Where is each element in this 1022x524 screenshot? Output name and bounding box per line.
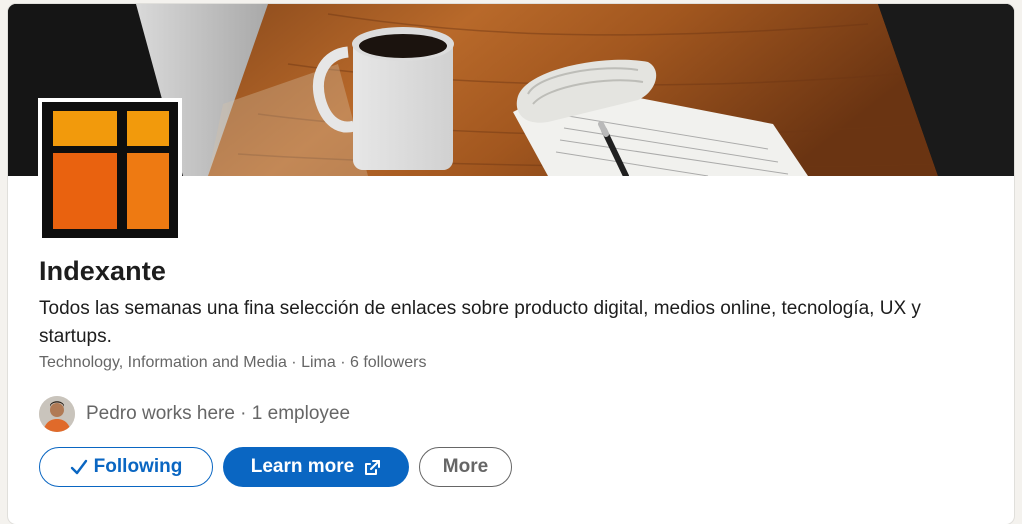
more-button[interactable]: More (419, 447, 512, 487)
employee-count-text: Pedro works here · 1 employee (86, 403, 351, 424)
learn-more-label: Learn more (250, 456, 355, 477)
external-link-icon (364, 459, 381, 476)
more-label: More (442, 456, 489, 477)
following-button[interactable]: Following (39, 447, 213, 487)
company-logo[interactable] (38, 98, 182, 242)
checkmark-icon (70, 458, 88, 476)
company-card: Indexante Todos las semanas una fina sel… (8, 4, 1014, 524)
avatar[interactable] (39, 396, 75, 432)
learn-more-button[interactable]: Learn more (223, 447, 409, 487)
actions-row: Following Learn more More (39, 447, 512, 487)
company-name: Indexante (39, 256, 166, 286)
company-meta: Technology, Information and Media · Lima… (39, 354, 427, 371)
employee-insight[interactable]: Pedro works here · 1 employee (39, 396, 350, 432)
following-label: Following (93, 456, 183, 477)
company-tagline: Todos las semanas una fina selección de … (39, 298, 921, 347)
